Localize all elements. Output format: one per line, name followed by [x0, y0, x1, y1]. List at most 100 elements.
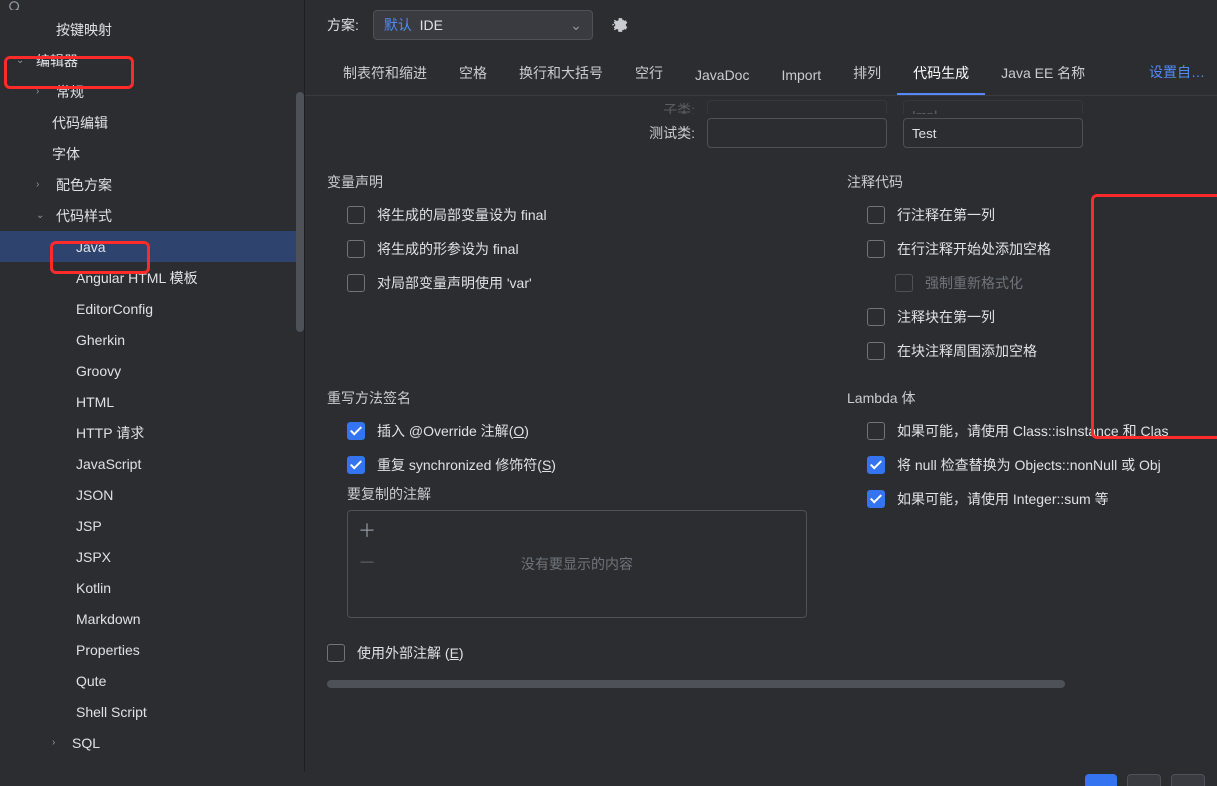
checkbox[interactable]: [867, 240, 885, 258]
check-label: 在行注释开始处添加空格: [897, 239, 1051, 259]
scrollbar-thumb[interactable]: [327, 680, 1065, 688]
check-label: 使用外部注解 (E): [357, 643, 464, 663]
checkbox[interactable]: [867, 422, 885, 440]
check-local-final[interactable]: 将生成的局部变量设为 final: [305, 198, 825, 232]
tree-qute[interactable]: Qute: [0, 665, 304, 696]
check-lambda-isinstance[interactable]: 如果可能，请使用 Class::isInstance 和 Clas: [825, 414, 1217, 448]
tree-shell[interactable]: Shell Script: [0, 696, 304, 727]
tab-code-generation[interactable]: 代码生成: [897, 53, 985, 95]
tree-label: Properties: [76, 642, 140, 658]
tree-markdown[interactable]: Markdown: [0, 603, 304, 634]
search-row: [0, 0, 304, 10]
tree-jsp[interactable]: JSP: [0, 510, 304, 541]
checkbox[interactable]: [867, 456, 885, 474]
apply-button[interactable]: [1171, 774, 1205, 786]
scrollbar-thumb[interactable]: [296, 92, 304, 332]
tree-editor[interactable]: ⌄编辑器: [0, 45, 304, 76]
check-use-var[interactable]: 对局部变量声明使用 'var': [305, 266, 825, 300]
tree-label: Java: [76, 239, 106, 255]
check-label: 强制重新格式化: [925, 273, 1023, 293]
scheme-row: 方案: 默认 IDE ⌄: [305, 0, 1217, 54]
subclass-prefix-input[interactable]: [707, 100, 887, 114]
tree-label: Kotlin: [76, 580, 111, 596]
tab-spaces[interactable]: 空格: [443, 53, 503, 95]
subclass-suffix-input[interactable]: [903, 100, 1083, 114]
test-suffix-input[interactable]: [903, 118, 1083, 148]
tree-jspx[interactable]: JSPX: [0, 541, 304, 572]
tab-wrap-braces[interactable]: 换行和大括号: [503, 53, 619, 95]
tab-blank-lines[interactable]: 空行: [619, 53, 679, 95]
tab-javaee[interactable]: Java EE 名称: [985, 53, 1101, 95]
tree-editorconfig[interactable]: EditorConfig: [0, 293, 304, 324]
scheme-select[interactable]: 默认 IDE ⌄: [373, 10, 593, 40]
chevron-down-icon: ⌄: [16, 55, 30, 66]
test-class-label: 测试类:: [577, 123, 707, 143]
subclass-row: 子类:: [305, 96, 1217, 114]
tree-gherkin[interactable]: Gherkin: [0, 324, 304, 355]
checkbox[interactable]: [347, 456, 365, 474]
tree-groovy[interactable]: Groovy: [0, 355, 304, 386]
tree-color-scheme[interactable]: ›配色方案: [0, 169, 304, 200]
remove-button[interactable]: －: [355, 549, 379, 573]
checkbox[interactable]: [867, 308, 885, 326]
tree-code-style[interactable]: ⌄代码样式: [0, 200, 304, 231]
tree-code-edit[interactable]: 代码编辑: [0, 107, 304, 138]
chevron-down-icon: ⌄: [570, 17, 582, 34]
tree-label: JSPX: [76, 549, 111, 565]
horizontal-scrollbar[interactable]: [327, 680, 1195, 690]
check-block-space[interactable]: 在块注释周围添加空格: [825, 334, 1217, 368]
check-override[interactable]: 插入 @Override 注解(O): [305, 414, 825, 448]
check-lambda-nonnull[interactable]: 将 null 检查替换为 Objects::nonNull 或 Obj: [825, 448, 1217, 482]
chevron-right-icon: ›: [36, 86, 50, 97]
tree-label: 按键映射: [56, 20, 112, 40]
check-lambda-sum[interactable]: 如果可能，请使用 Integer::sum 等: [825, 482, 1217, 516]
annotations-list[interactable]: ＋ － 没有要显示的内容: [347, 510, 807, 618]
tree-label: HTTP 请求: [76, 423, 144, 443]
tree-label: HTML: [76, 394, 114, 410]
checkbox[interactable]: [347, 206, 365, 224]
tree-json[interactable]: JSON: [0, 479, 304, 510]
tree-html[interactable]: HTML: [0, 386, 304, 417]
check-line-first-col[interactable]: 行注释在第一列: [825, 198, 1217, 232]
checkbox[interactable]: [327, 644, 345, 662]
scheme-gear-button[interactable]: [607, 13, 631, 37]
tree-http[interactable]: HTTP 请求: [0, 417, 304, 448]
tree-kotlin[interactable]: Kotlin: [0, 572, 304, 603]
check-sync[interactable]: 重复 synchronized 修饰符(S): [305, 448, 825, 482]
check-label: 将生成的局部变量设为 final: [377, 205, 547, 225]
add-button[interactable]: ＋: [355, 517, 379, 541]
tree-java[interactable]: Java: [0, 231, 304, 262]
tree-sql[interactable]: ›SQL: [0, 727, 304, 758]
ok-button[interactable]: [1085, 774, 1117, 786]
dialog-button-bar: [0, 772, 1217, 786]
settings-tree-list[interactable]: 按键映射 ⌄编辑器 ›常规 代码编辑 字体 ›配色方案 ⌄代码样式 Java A…: [0, 10, 304, 772]
checkbox[interactable]: [867, 490, 885, 508]
checkbox[interactable]: [347, 274, 365, 292]
tree-font[interactable]: 字体: [0, 138, 304, 169]
settings-tree: 按键映射 ⌄编辑器 ›常规 代码编辑 字体 ›配色方案 ⌄代码样式 Java A…: [0, 0, 305, 772]
tree-keymap[interactable]: 按键映射: [0, 14, 304, 45]
code-gen-panel[interactable]: 子类: 测试类: 变量声明 将生成的局部变量设为 final 将生成的形参设为 …: [305, 96, 1217, 772]
check-line-space[interactable]: 在行注释开始处添加空格: [825, 232, 1217, 266]
chevron-down-icon: ⌄: [36, 210, 50, 221]
cancel-button[interactable]: [1127, 774, 1161, 786]
checkbox[interactable]: [347, 240, 365, 258]
check-block-first-col[interactable]: 注释块在第一列: [825, 300, 1217, 334]
check-external-anno[interactable]: 使用外部注解 (E): [305, 636, 825, 670]
checkbox[interactable]: [867, 206, 885, 224]
set-from-link[interactable]: 设置自…: [1149, 62, 1205, 82]
checkbox[interactable]: [347, 422, 365, 440]
check-param-final[interactable]: 将生成的形参设为 final: [305, 232, 825, 266]
tree-properties[interactable]: Properties: [0, 634, 304, 665]
tree-general[interactable]: ›常规: [0, 76, 304, 107]
checkbox[interactable]: [867, 342, 885, 360]
tree-angular[interactable]: Angular HTML 模板: [0, 262, 304, 293]
tab-import[interactable]: Import: [765, 57, 837, 95]
check-label: 如果可能，请使用 Integer::sum 等: [897, 489, 1109, 509]
tab-arrange[interactable]: 排列: [837, 53, 897, 95]
check-label: 插入 @Override 注解(O): [377, 421, 529, 441]
tab-javadoc[interactable]: JavaDoc: [679, 57, 765, 95]
tab-tabs-indents[interactable]: 制表符和缩进: [327, 53, 443, 95]
tree-javascript[interactable]: JavaScript: [0, 448, 304, 479]
test-prefix-input[interactable]: [707, 118, 887, 148]
